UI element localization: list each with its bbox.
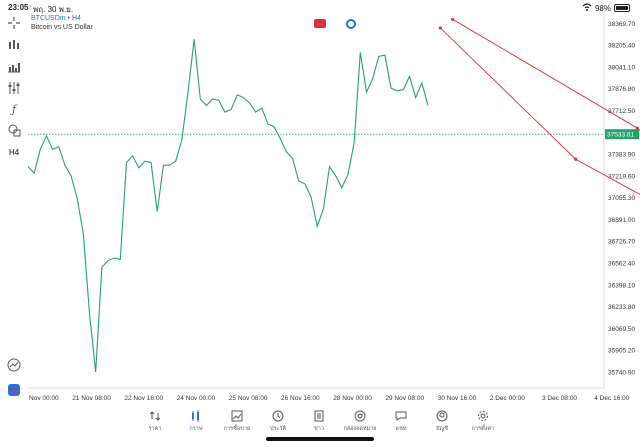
nav-chat[interactable]: แชท	[381, 408, 421, 433]
time-tick-label: 3 Dec 08:00	[542, 395, 577, 402]
nav-label: การซื้อขาย	[223, 426, 251, 432]
price-tick-label: 36069.50	[608, 326, 635, 333]
time-tick-label: 29 Nov 08:00	[385, 395, 424, 402]
price-tick-label: 38205.40	[608, 43, 635, 50]
battery-icon	[614, 4, 630, 12]
time-tick-label: 22 Nov 16:00	[124, 395, 163, 402]
nav-label: การตั้งค่า	[471, 426, 495, 432]
wifi-icon	[582, 3, 592, 13]
time-tick-label: 4 Dec 16:00	[594, 395, 629, 402]
nav-settings[interactable]: การตั้งค่า	[463, 408, 503, 433]
battery-percent: 98%	[594, 3, 611, 13]
time-tick-label: 28 Nov 00:00	[333, 395, 372, 402]
home-indicator	[266, 437, 374, 441]
mail-icon	[340, 408, 380, 424]
price-line	[28, 39, 429, 373]
settings-sliders-icon[interactable]	[4, 79, 24, 97]
price-tick-label: 37876.80	[608, 86, 635, 93]
nav-news[interactable]: ข่าว	[299, 408, 339, 433]
price-tick-label: 37383.90	[608, 152, 635, 159]
timeframe-label[interactable]: H4	[4, 143, 24, 161]
trade-icon	[217, 408, 257, 424]
price-tick-label: 37712.50	[608, 108, 635, 115]
price-tick-label: 36562.40	[608, 261, 635, 268]
chart-icon	[176, 408, 216, 424]
function-icon[interactable]: ƒ	[4, 100, 24, 118]
trend-icon[interactable]	[4, 356, 24, 374]
news-icon	[299, 408, 339, 424]
chat-icon	[381, 408, 421, 424]
indicator-icon[interactable]	[4, 36, 24, 54]
nav-mailbox[interactable]: กล่องจดหมาย	[340, 408, 380, 433]
nav-label: ประวัติ	[269, 426, 287, 432]
app-logo-icon[interactable]	[4, 381, 24, 399]
nav-history[interactable]: ประวัติ	[258, 408, 298, 433]
account-icon	[422, 408, 462, 424]
time-tick-label: 2 Dec 00:00	[490, 395, 525, 402]
trend-line-handle	[438, 26, 442, 30]
status-time: 23:05	[8, 3, 29, 12]
nav-label: กราฟ	[189, 426, 203, 432]
trend-line-handle	[635, 126, 639, 130]
time-tick-label: 30 Nov 16:00	[438, 395, 477, 402]
nav-trade[interactable]: การซื้อขาย	[217, 408, 257, 433]
nav-chart[interactable]: กราฟ	[176, 408, 216, 433]
price-tick-label: 37055.30	[608, 195, 635, 202]
price-tick-label: 38041.10	[608, 64, 635, 71]
price-tick-label: 35740.90	[608, 369, 635, 376]
time-tick-label: 25 Nov 08:00	[229, 395, 268, 402]
trend-line-handle	[451, 17, 455, 21]
left-toolbar: ƒ H4	[0, 14, 28, 409]
price-tick-label: 38369.70	[608, 21, 635, 28]
status-right: 98%	[582, 3, 630, 13]
price-tick-label: 36398.10	[608, 282, 635, 289]
nav-label: ราคา	[148, 426, 162, 432]
time-tick-label: 20 Nov 00:00	[28, 395, 59, 402]
nav-quotes[interactable]: ราคา	[135, 408, 175, 433]
price-tick-label: 36891.00	[608, 217, 635, 224]
settings-icon	[463, 408, 503, 424]
price-tick-label: 36233.80	[608, 304, 635, 311]
nav-label: แชท	[395, 426, 407, 432]
time-tick-label: 24 Nov 00:00	[177, 395, 216, 402]
price-tick-label: 36726.70	[608, 239, 635, 246]
crosshair-icon[interactable]	[4, 14, 24, 32]
history-icon	[258, 408, 298, 424]
price-chart[interactable]: 38369.70 38205.40 38041.10 37876.80 37712.50…	[28, 14, 640, 409]
current-price-label: 37533.81	[607, 132, 634, 139]
time-tick-label: 21 Nov 08:00	[72, 395, 111, 402]
trend-line-handle	[574, 157, 578, 161]
bar-chart-icon[interactable]	[4, 58, 24, 76]
nav-label: กล่องจดหมาย	[343, 426, 377, 432]
price-tick-label: 35905.20	[608, 348, 635, 355]
nav-label: บัญชี	[436, 426, 448, 432]
time-tick-label: 26 Nov 16:00	[281, 395, 320, 402]
objects-icon[interactable]	[4, 121, 24, 139]
quotes-icon	[135, 408, 175, 424]
nav-label: ข่าว	[314, 426, 324, 432]
status-bar: 23:05 พฤ. 30 พ.ย. 98%	[0, 0, 640, 14]
nav-account[interactable]: บัญชี	[422, 408, 462, 433]
